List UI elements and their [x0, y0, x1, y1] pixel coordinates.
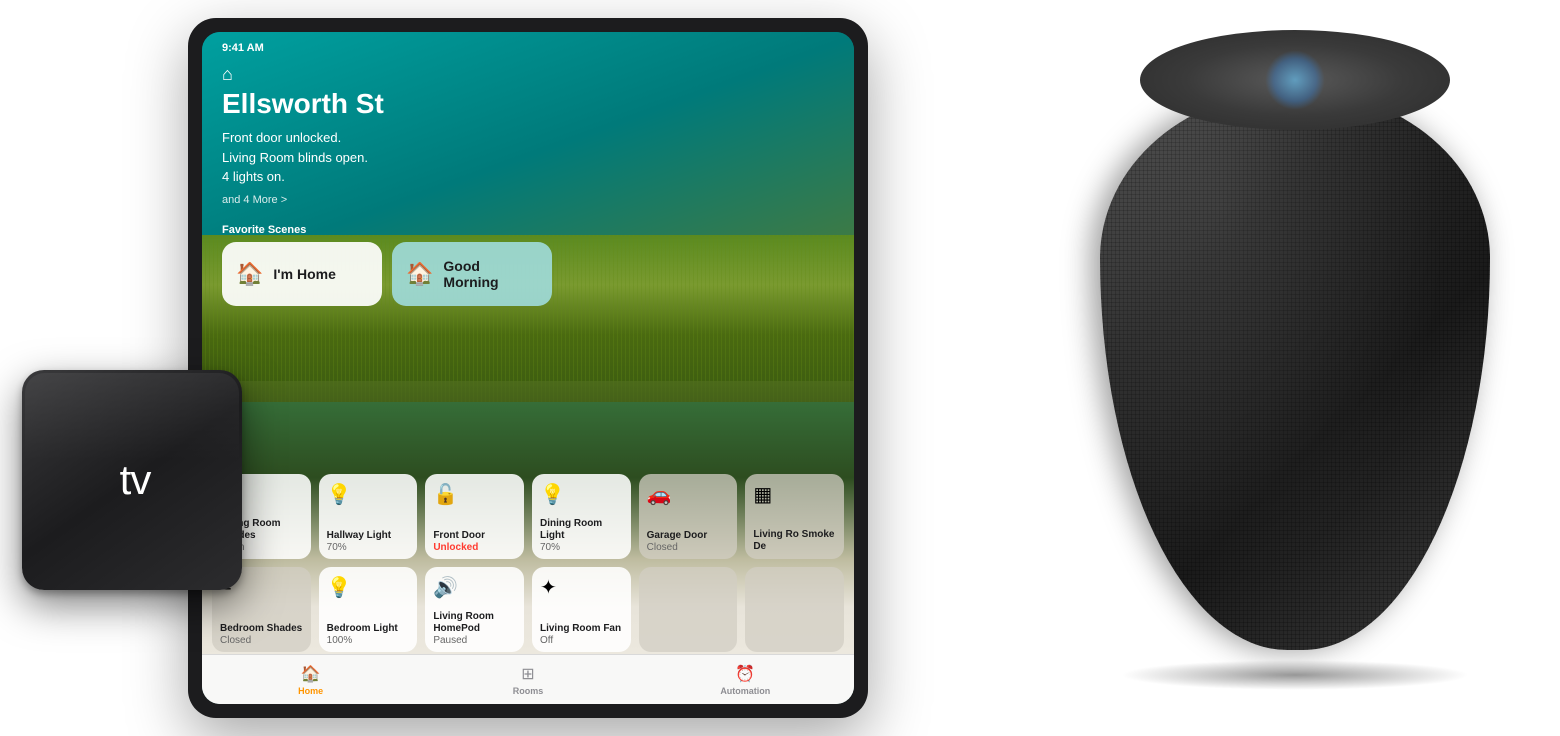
homepod-name: Living Room HomePod	[433, 611, 516, 635]
tab-automation-label: Automation	[720, 686, 770, 696]
subtitle-line2: Living Room blinds open.	[222, 148, 368, 168]
bedroom-light-name: Bedroom Light	[327, 623, 410, 635]
home-app-icon: ⌂	[222, 64, 233, 85]
tile-hallway-light[interactable]: 💡 Hallway Light 70%	[319, 474, 418, 559]
hallway-light-name: Hallway Light	[327, 530, 410, 542]
ipad-screen: 9:41 AM ⌂ Ellsworth St Front door unlock…	[202, 32, 854, 704]
favorite-scenes-label: Favorite Scenes	[222, 224, 306, 236]
fan-status: Off	[540, 635, 623, 646]
homepod-top	[1140, 30, 1450, 130]
bedroom-light-icon: 💡	[327, 575, 410, 600]
tab-home-label: Home	[298, 686, 323, 696]
apple-tv: tv	[22, 370, 292, 640]
fan-name: Living Room Fan	[540, 623, 623, 635]
tab-rooms[interactable]: ⊞ Rooms	[419, 664, 636, 696]
smoke-detector-name: Living Ro Smoke De	[753, 529, 836, 553]
subtitle-line1: Front door unlocked.	[222, 128, 368, 148]
apple-tv-box: tv	[22, 370, 242, 590]
tile-fan[interactable]: ✦ Living Room Fan Off	[532, 567, 631, 652]
front-door-status: Unlocked	[433, 542, 516, 553]
tile-front-door[interactable]: 🔓 Front Door Unlocked	[425, 474, 524, 559]
bedroom-light-status: 100%	[327, 635, 410, 646]
tab-automation[interactable]: ⏰ Automation	[637, 664, 854, 696]
tab-bar: 🏠 Home ⊞ Rooms ⏰ Automation	[202, 654, 854, 704]
tab-rooms-label: Rooms	[513, 686, 544, 696]
homepod	[1010, 0, 1530, 736]
tile-bedroom-light[interactable]: 💡 Bedroom Light 100%	[319, 567, 418, 652]
homepod-cylinder	[1100, 90, 1490, 650]
homepod-base	[1120, 660, 1470, 690]
dining-light-name: Dining Room Light	[540, 518, 623, 542]
tile-homepod[interactable]: 🔊 Living Room HomePod Paused	[425, 567, 524, 652]
good-morning-label: Good Morning	[443, 258, 538, 290]
subtitle-line3: 4 lights on.	[222, 167, 368, 187]
homepod-body	[1070, 30, 1490, 680]
im-home-label: I'm Home	[273, 266, 335, 282]
tile-dining-room-light[interactable]: 💡 Dining Room Light 70%	[532, 474, 631, 559]
smoke-detector-icon: ▦	[753, 482, 836, 507]
scene-good-morning[interactable]: 🏠 Good Morning	[392, 242, 552, 306]
tab-home[interactable]: 🏠 Home	[202, 664, 419, 696]
status-bar: 9:41 AM	[222, 42, 834, 54]
homepod-status: Paused	[433, 635, 516, 646]
apple-tv-text: tv	[120, 456, 151, 504]
front-door-icon: 🔓	[433, 482, 516, 507]
good-morning-icon: 🏠	[406, 261, 433, 287]
tile-garage-door[interactable]: 🚗 Garage Door Closed	[639, 474, 738, 559]
hallway-light-icon: 💡	[327, 482, 410, 507]
apple-tv-logo: tv	[114, 456, 151, 504]
dining-light-icon: 💡	[540, 482, 623, 507]
home-subtitle: Front door unlocked. Living Room blinds …	[222, 128, 368, 187]
im-home-icon: 🏠	[236, 261, 263, 287]
garage-door-name: Garage Door	[647, 530, 730, 542]
tile-empty1	[639, 567, 738, 652]
hallway-light-status: 70%	[327, 542, 410, 553]
homepod-display	[1265, 50, 1325, 110]
tile-smoke-detector[interactable]: ▦ Living Ro Smoke De	[745, 474, 844, 559]
home-location-title: Ellsworth St	[222, 88, 384, 120]
homepod-icon: 🔊	[433, 575, 516, 600]
garage-door-status: Closed	[647, 542, 730, 553]
tab-automation-icon: ⏰	[735, 664, 755, 684]
scene-im-home[interactable]: 🏠 I'm Home	[222, 242, 382, 306]
garage-door-icon: 🚗	[647, 482, 730, 507]
tab-rooms-icon: ⊞	[521, 664, 534, 684]
home-more-link[interactable]: and 4 More >	[222, 194, 287, 206]
homepod-mesh	[1100, 90, 1490, 650]
dining-light-status: 70%	[540, 542, 623, 553]
scene-cards: 🏠 I'm Home 🏠 Good Morning	[222, 242, 552, 306]
accessory-grid: ≡ Living Room Shades Open 💡 Hallway Ligh…	[212, 474, 844, 652]
tab-home-icon: 🏠	[301, 664, 321, 684]
tile-empty2	[745, 567, 844, 652]
status-time: 9:41 AM	[222, 42, 264, 54]
fan-icon: ✦	[540, 575, 623, 600]
front-door-name: Front Door	[433, 530, 516, 542]
